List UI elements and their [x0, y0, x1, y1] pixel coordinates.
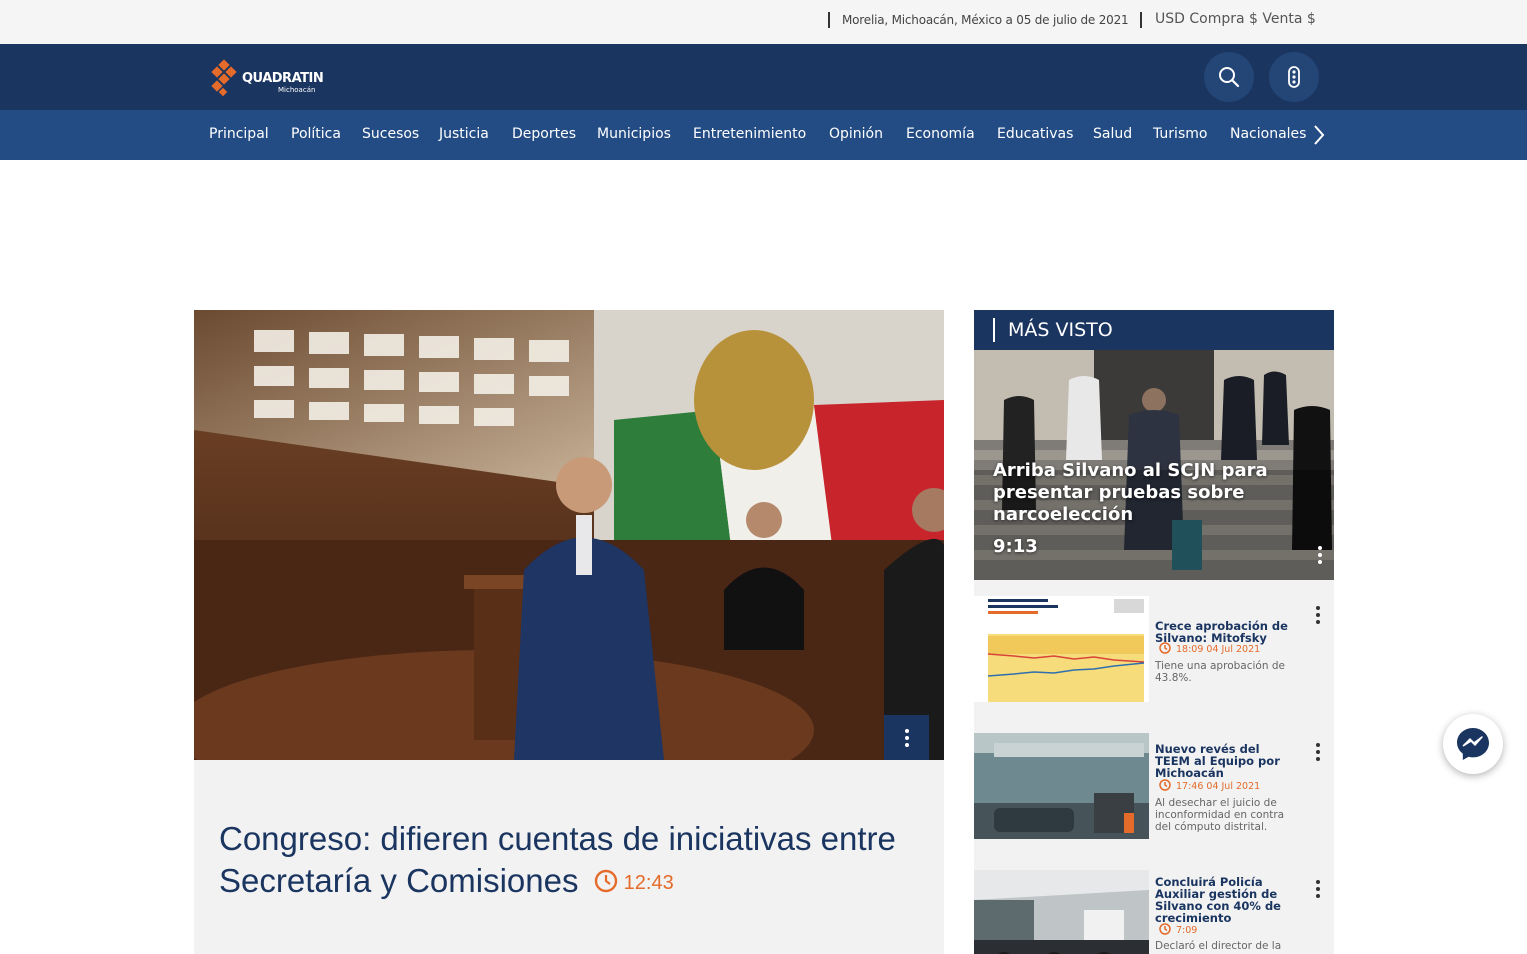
clock-icon [1159, 779, 1171, 791]
logo-region: Michoacán [278, 86, 316, 94]
clock-icon [1159, 642, 1171, 654]
nav-item-municipios[interactable]: Municipios [597, 126, 671, 142]
top-story-options-button[interactable] [1318, 546, 1322, 564]
article-thumbnail[interactable] [974, 596, 1149, 702]
location-date: Morelia, Michoacán, México a 05 de julio… [842, 13, 1129, 27]
logo-diamond-icon [211, 59, 237, 97]
clock-icon [1159, 923, 1171, 935]
clock-icon [594, 870, 617, 893]
nav-item-nacionales[interactable]: Nacionales [1230, 126, 1307, 142]
sidebar-header: MÁS VISTO [974, 310, 1334, 350]
sidebar-title: MÁS VISTO [1008, 319, 1113, 341]
congress-chamber-photo [194, 310, 944, 760]
approval-chart-thumbnail [974, 596, 1149, 702]
headline-text: Congreso: difieren cuentas de iniciativa… [219, 820, 896, 899]
chevron-right-icon [1314, 125, 1325, 145]
search-button[interactable] [1204, 52, 1254, 102]
article-time: 18:09 04 Jul 2021 [1159, 642, 1260, 655]
nav-item-turismo[interactable]: Turismo [1153, 126, 1207, 142]
messenger-chat-button[interactable] [1443, 714, 1503, 774]
divider [828, 12, 830, 28]
article-headline[interactable]: Nuevo revés del TEEM al Equipo por Micho… [1155, 743, 1290, 779]
logo-wordmark: QUADRATIN [242, 71, 324, 86]
article-options-button[interactable] [1316, 880, 1320, 898]
nav-scroll-right-button[interactable] [1307, 122, 1331, 148]
most-viewed-sidebar: MÁS VISTO Arriba Silvano al SCJN para pr… [974, 310, 1334, 954]
nav-item-deportes[interactable]: Deportes [512, 126, 576, 142]
list-item[interactable]: Concluirá Policía Auxiliar gestión de Si… [974, 870, 1334, 954]
electoral-tribunal-thumbnail [974, 733, 1149, 839]
search-icon [1219, 67, 1240, 88]
article-options-button[interactable] [884, 715, 929, 760]
article-time-text: 18:09 04 Jul 2021 [1176, 644, 1261, 655]
nav-item-economia[interactable]: Economía [906, 126, 975, 142]
featured-article[interactable]: Congreso: difieren cuentas de iniciativa… [194, 310, 944, 954]
divider [1140, 12, 1142, 28]
nav-item-salud[interactable]: Salud [1093, 126, 1132, 142]
list-item[interactable]: Crece aprobación de Silvano: Mitofsky 18… [974, 596, 1334, 716]
article-time-text: 17:46 04 Jul 2021 [1176, 781, 1261, 792]
nav-item-entretenimiento[interactable]: Entretenimiento [693, 126, 806, 142]
top-info-bar: Morelia, Michoacán, México a 05 de julio… [0, 0, 1527, 44]
article-summary: Tiene una aprobación de 43.8%. [1155, 660, 1285, 684]
article-thumbnail[interactable] [974, 870, 1149, 954]
site-logo[interactable]: QUADRATIN Michoacán [209, 59, 329, 97]
article-summary: Declaró el director de la [1155, 940, 1282, 952]
messenger-icon [1457, 728, 1489, 760]
nav-item-politica[interactable]: Política [291, 126, 341, 142]
nav-item-justicia[interactable]: Justicia [439, 126, 489, 142]
article-time: 12:43 [594, 870, 674, 895]
article-options-button[interactable] [1316, 743, 1320, 761]
article-options-button[interactable] [1316, 606, 1320, 624]
featured-article-headline[interactable]: Congreso: difieren cuentas de iniciativa… [219, 818, 929, 904]
nav-item-opinion[interactable]: Opinión [829, 126, 883, 142]
article-headline[interactable]: Crece aprobación de Silvano: Mitofsky [1155, 620, 1290, 644]
article-summary: Al desechar el juicio de inconformidad e… [1155, 797, 1285, 833]
most-viewed-top-story[interactable]: Arriba Silvano al SCJN para presentar pr… [974, 350, 1334, 580]
article-headline[interactable]: Concluirá Policía Auxiliar gestión de Si… [1155, 876, 1290, 924]
nav-item-principal[interactable]: Principal [209, 126, 269, 142]
nav-item-educativas[interactable]: Educativas [997, 126, 1073, 142]
article-time: 7:09 [1159, 923, 1197, 936]
featured-article-image[interactable] [194, 310, 944, 760]
nav-item-sucesos[interactable]: Sucesos [362, 126, 419, 142]
divider [993, 318, 995, 342]
top-story-time: 9:13 [993, 536, 1038, 557]
article-time-text: 12:43 [623, 872, 674, 895]
dots-menu-icon [1288, 66, 1300, 88]
menu-button[interactable] [1269, 52, 1319, 102]
top-story-headline[interactable]: Arriba Silvano al SCJN para presentar pr… [993, 460, 1283, 526]
site-header: QUADRATIN Michoacán [0, 44, 1527, 110]
article-time: 17:46 04 Jul 2021 [1159, 779, 1260, 792]
list-item[interactable]: Nuevo revés del TEEM al Equipo por Micho… [974, 733, 1334, 853]
vertical-dots-icon [904, 728, 909, 747]
article-thumbnail[interactable] [974, 733, 1149, 839]
article-time-text: 7:09 [1176, 925, 1198, 936]
currency-rate: USD Compra $ Venta $ [1155, 11, 1316, 27]
main-nav: Principal Política Sucesos Justicia Depo… [0, 110, 1527, 160]
auxiliary-police-thumbnail [974, 870, 1149, 954]
